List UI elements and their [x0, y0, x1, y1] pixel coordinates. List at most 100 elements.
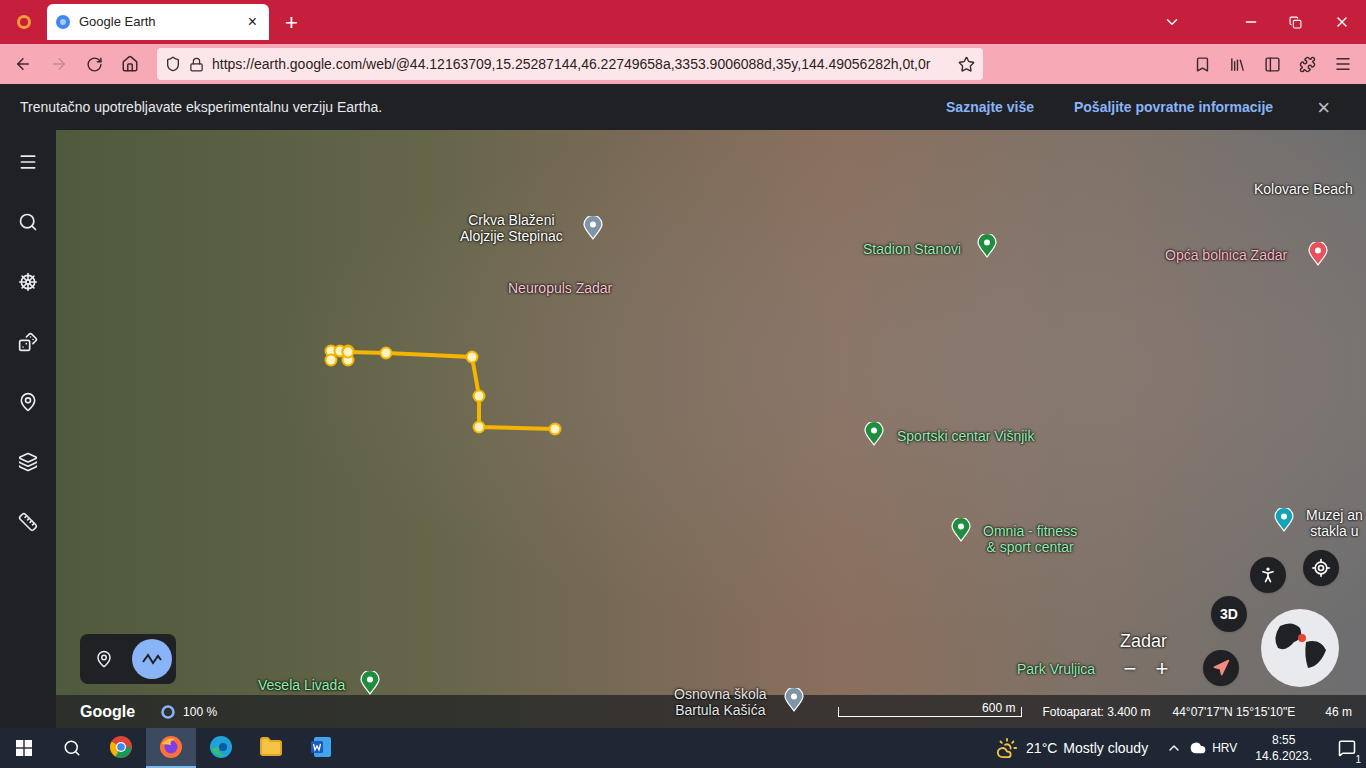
bookmark-star-icon[interactable]	[958, 56, 975, 73]
path-tool-button[interactable]	[132, 639, 172, 679]
taskbar-search-icon	[63, 739, 81, 757]
map-label[interactable]: Neuropuls Zadar	[508, 280, 612, 296]
map-label[interactable]: Sportski centar Višnjik	[897, 428, 1034, 444]
earth-sidebar	[0, 130, 56, 728]
map-label[interactable]: Opća bolnica Zadar	[1165, 247, 1287, 263]
learn-more-link[interactable]: Saznajte više	[946, 97, 1034, 118]
zoom-out-button[interactable]: −	[1118, 655, 1142, 681]
nav-toolbar: https://earth.google.com/web/@44.1216370…	[0, 44, 1366, 84]
map-label[interactable]: Omnia - fitness& sport centar	[983, 523, 1077, 555]
tab-close-button[interactable]: ×	[244, 10, 261, 34]
view-3d-button[interactable]: 3D	[1211, 596, 1247, 632]
map-label[interactable]: Vesela Livada	[258, 677, 345, 693]
onedrive-icon[interactable]	[1190, 740, 1206, 756]
app-menu-icon[interactable]	[1334, 55, 1352, 73]
locate-icon	[1311, 558, 1331, 578]
map-pin-icon[interactable]	[784, 688, 804, 712]
feedback-link[interactable]: Pošaljite povratne informacije	[1074, 97, 1273, 118]
compass-button[interactable]	[1203, 650, 1239, 686]
start-button[interactable]	[0, 728, 48, 768]
map-pin-icon[interactable]	[977, 234, 997, 258]
taskbar-app[interactable]	[296, 728, 346, 768]
globe-icon[interactable]	[1260, 608, 1340, 688]
library-icon[interactable]	[1229, 56, 1246, 73]
map-label[interactable]: Park Vruljica	[1017, 661, 1095, 677]
pocket-icon[interactable]	[1194, 56, 1211, 73]
notification-badge: 1	[1354, 755, 1362, 765]
measure-path	[56, 130, 1366, 728]
sidebar-icon[interactable]	[1264, 56, 1281, 73]
scale-bar: 600 m	[838, 707, 1022, 717]
feeling-lucky-icon[interactable]	[18, 332, 38, 352]
search-icon[interactable]	[18, 212, 38, 232]
menu-icon[interactable]	[18, 152, 38, 172]
home-icon[interactable]	[121, 55, 139, 73]
new-tab-button[interactable]: +	[281, 6, 302, 39]
minimize-icon[interactable]	[1243, 14, 1259, 30]
measure-icon[interactable]	[18, 512, 38, 532]
street-view-button[interactable]	[1250, 557, 1286, 593]
windows-logo-icon	[16, 740, 32, 756]
map-pin-icon[interactable]	[864, 422, 884, 446]
taskbar-app[interactable]	[246, 728, 296, 768]
file-explorer-icon	[259, 735, 283, 759]
chrome-icon	[109, 735, 133, 759]
map-label[interactable]: Crkva BlaženiAlojzije Stepinac	[460, 212, 563, 244]
screen: Google Earth× + https://earth.google.com/w…	[0, 0, 1366, 768]
map-pin-icon[interactable]	[583, 216, 603, 240]
map-label[interactable]: Stadion Stanovi	[863, 241, 961, 257]
notification-center[interactable]: 1	[1332, 739, 1362, 757]
info-banner: Trenutačno upotrebljavate eksperimentaln…	[0, 84, 1366, 130]
lock-icon[interactable]	[189, 57, 204, 72]
forward-icon	[50, 55, 68, 73]
map-tool-toggle	[80, 634, 176, 684]
taskbar-app[interactable]	[196, 728, 246, 768]
loading-circle-icon	[161, 705, 175, 719]
pegman-icon	[1258, 565, 1278, 585]
place-icon	[95, 650, 113, 668]
weather-icon[interactable]	[996, 737, 1018, 759]
map-view[interactable]: Crkva BlaženiAlojzije Stepinac Neuropuls …	[56, 130, 1366, 728]
tracking-shield-icon[interactable]	[165, 56, 181, 72]
projects-icon[interactable]	[18, 392, 38, 412]
map-style-icon[interactable]	[18, 452, 38, 472]
satellite-imagery	[56, 130, 1366, 728]
clock[interactable]: 8:5514.6.2023.	[1255, 732, 1312, 764]
map-pin-icon[interactable]	[1274, 508, 1294, 532]
map-pin-icon[interactable]	[1308, 242, 1328, 266]
taskbar-app[interactable]	[96, 728, 146, 768]
firefox-menu-icon[interactable]	[16, 14, 32, 30]
hidden-icons-icon[interactable]	[1166, 740, 1182, 756]
notification-icon	[1338, 739, 1356, 757]
extensions-icon[interactable]	[1299, 56, 1316, 73]
banner-close-button[interactable]: ×	[1317, 91, 1330, 124]
taskbar-app[interactable]	[146, 728, 196, 768]
path-icon	[141, 652, 163, 666]
tab-bar: Google Earth× +	[0, 0, 1366, 44]
close-window-icon[interactable]	[1334, 14, 1350, 30]
voyager-icon[interactable]	[18, 272, 38, 292]
taskbar: 21°CMostly cloudyHRV8:5514.6.2023.1	[0, 728, 1366, 768]
list-tabs-icon[interactable]	[1163, 13, 1181, 31]
map-label[interactable]: Kolovare Beach	[1254, 181, 1353, 197]
place-tool-button[interactable]	[84, 639, 124, 679]
back-icon[interactable]	[14, 55, 32, 73]
google-earth-favicon-icon	[55, 14, 71, 30]
firefox-icon	[159, 735, 183, 759]
my-location-button[interactable]	[1303, 550, 1339, 586]
browser-tab[interactable]: Google Earth×	[47, 4, 269, 40]
map-label[interactable]: Osnovna školaBartula Kašića	[674, 686, 767, 718]
earth-main: Crkva BlaženiAlojzije Stepinac Neuropuls …	[0, 130, 1366, 728]
map-pin-icon[interactable]	[951, 518, 971, 542]
compass-icon	[1212, 659, 1230, 677]
map-label[interactable]: Muzej anstakla u	[1306, 507, 1363, 539]
edge-icon	[209, 735, 233, 759]
restore-icon[interactable]	[1289, 16, 1302, 29]
word-icon	[309, 735, 333, 759]
search-button[interactable]	[48, 728, 96, 768]
url-bar[interactable]: https://earth.google.com/web/@44.1216370…	[157, 48, 983, 80]
map-pin-icon[interactable]	[360, 671, 380, 695]
reload-icon[interactable]	[86, 56, 103, 73]
zoom-in-button[interactable]: +	[1150, 655, 1174, 681]
map-label[interactable]: Zadar	[1120, 631, 1167, 652]
